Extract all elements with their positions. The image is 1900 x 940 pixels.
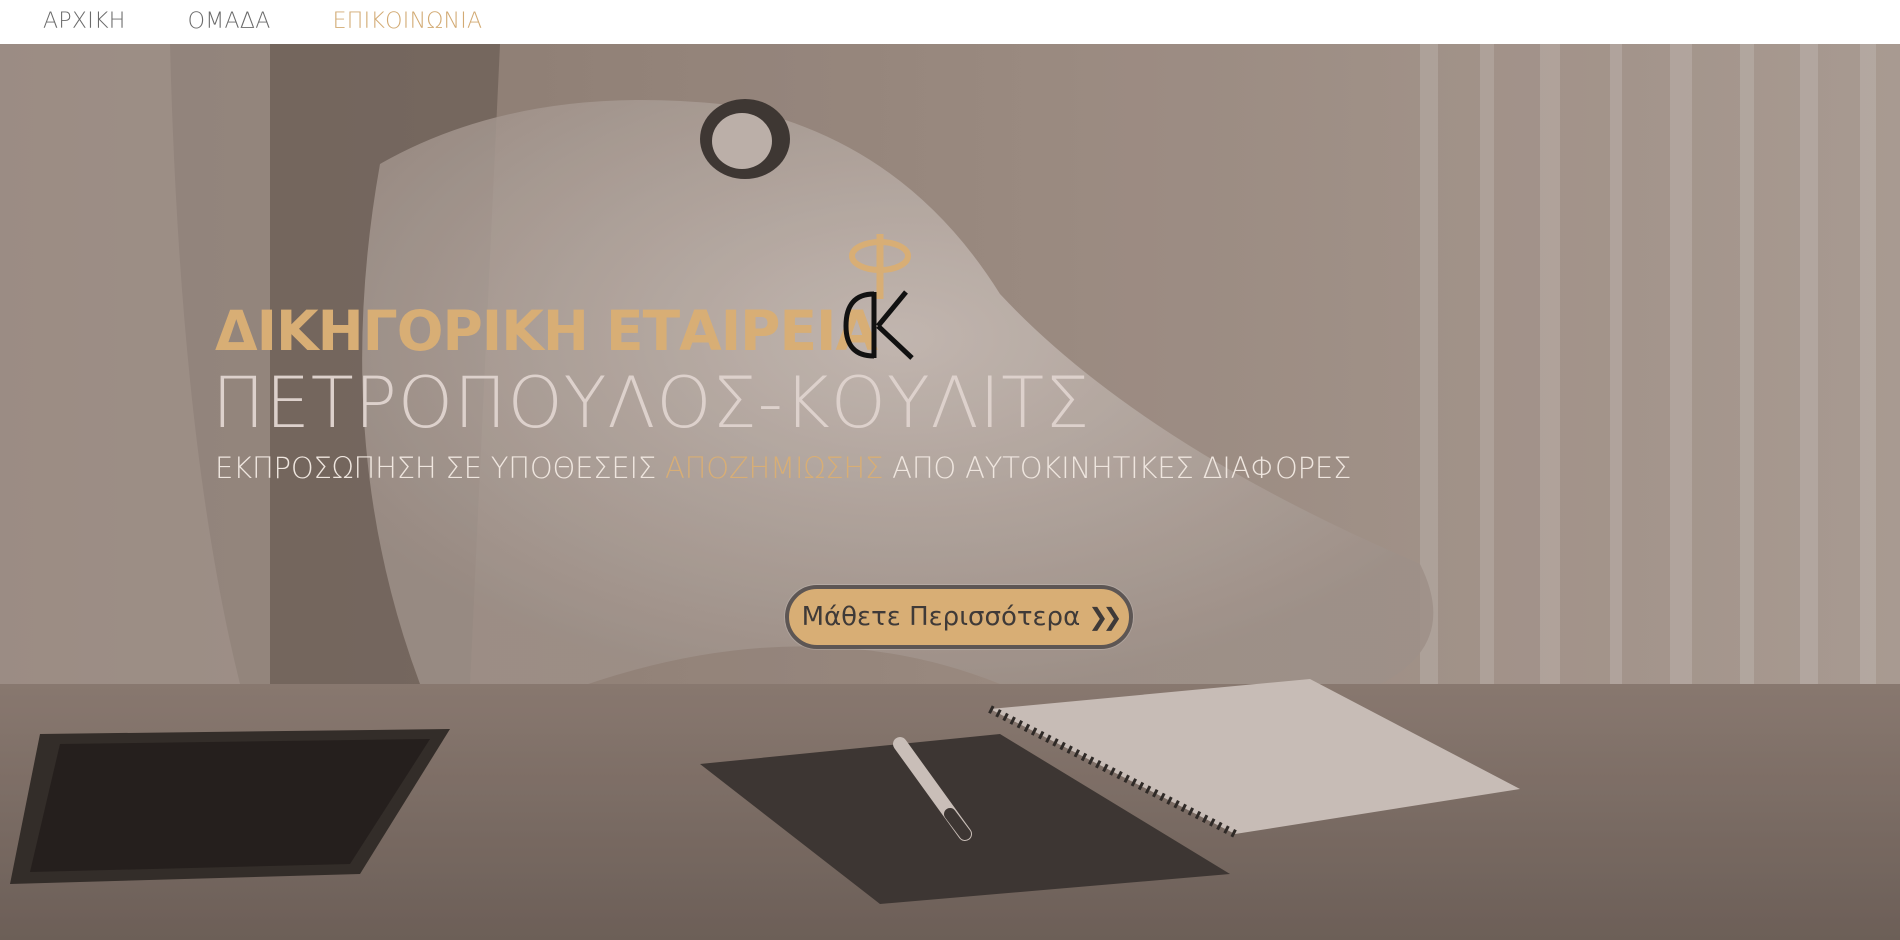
firm-logo-icon (843, 234, 914, 360)
nav-item-team[interactable]: ΟΜΑΔΑ (188, 0, 271, 44)
hero-tagline: ΕΚΠΡΟΣΩΠΗΣΗ ΣΕ ΥΠΟΘΕΣΕΙΣ ΑΠΟΖΗΜΙΩΣΗΣ ΑΠΟ… (215, 451, 1351, 485)
tagline-part-1: ΕΚΠΡΟΣΩΠΗΣΗ ΣΕ ΥΠΟΘΕΣΕΙΣ (215, 451, 666, 485)
tagline-highlight: ΑΠΟΖΗΜΙΩΣΗΣ (665, 451, 884, 485)
double-chevron-right-icon: ❯❯ (1088, 603, 1122, 631)
nav-item-contact[interactable]: ΕΠΙΚΟΙΝΩΝΙΑ (333, 0, 483, 44)
hero-background-image (0, 44, 1900, 940)
brand-row: ΔΙΚΗΓΟΡΙΚΗ ΕΤΑΙΡΕΙΑ (215, 194, 1115, 363)
top-nav: ΑΡΧΙΚΗ ΟΜΑΔΑ ΕΠΙΚΟΙΝΩΝΙΑ (0, 0, 1900, 44)
nav-item-home[interactable]: ΑΡΧΙΚΗ (43, 0, 126, 44)
learn-more-button[interactable]: Μάθετε Περισσότερα ❯❯ (785, 585, 1133, 649)
tagline-part-2: ΑΠΟ ΑΥΤΟΚΙΝΗΤΙΚΕΣ ΔΙΑΦΟΡΕΣ (883, 451, 1352, 485)
firm-type-heading: ΔΙΚΗΓΟΡΙΚΗ ΕΤΑΙΡΕΙΑ (215, 299, 878, 363)
firm-name-heading: ΠΕΤΡΟΠΟΥΛΟΣ-ΚΟΥΛΙΤΣ (212, 362, 1091, 444)
hero-section: ΔΙΚΗΓΟΡΙΚΗ ΕΤΑΙΡΕΙΑ ΠΕΤΡΟΠΟΥΛΟΣ-ΚΟΥΛΙΤΣ … (0, 44, 1900, 940)
learn-more-label: Μάθετε Περισσότερα (801, 602, 1081, 632)
